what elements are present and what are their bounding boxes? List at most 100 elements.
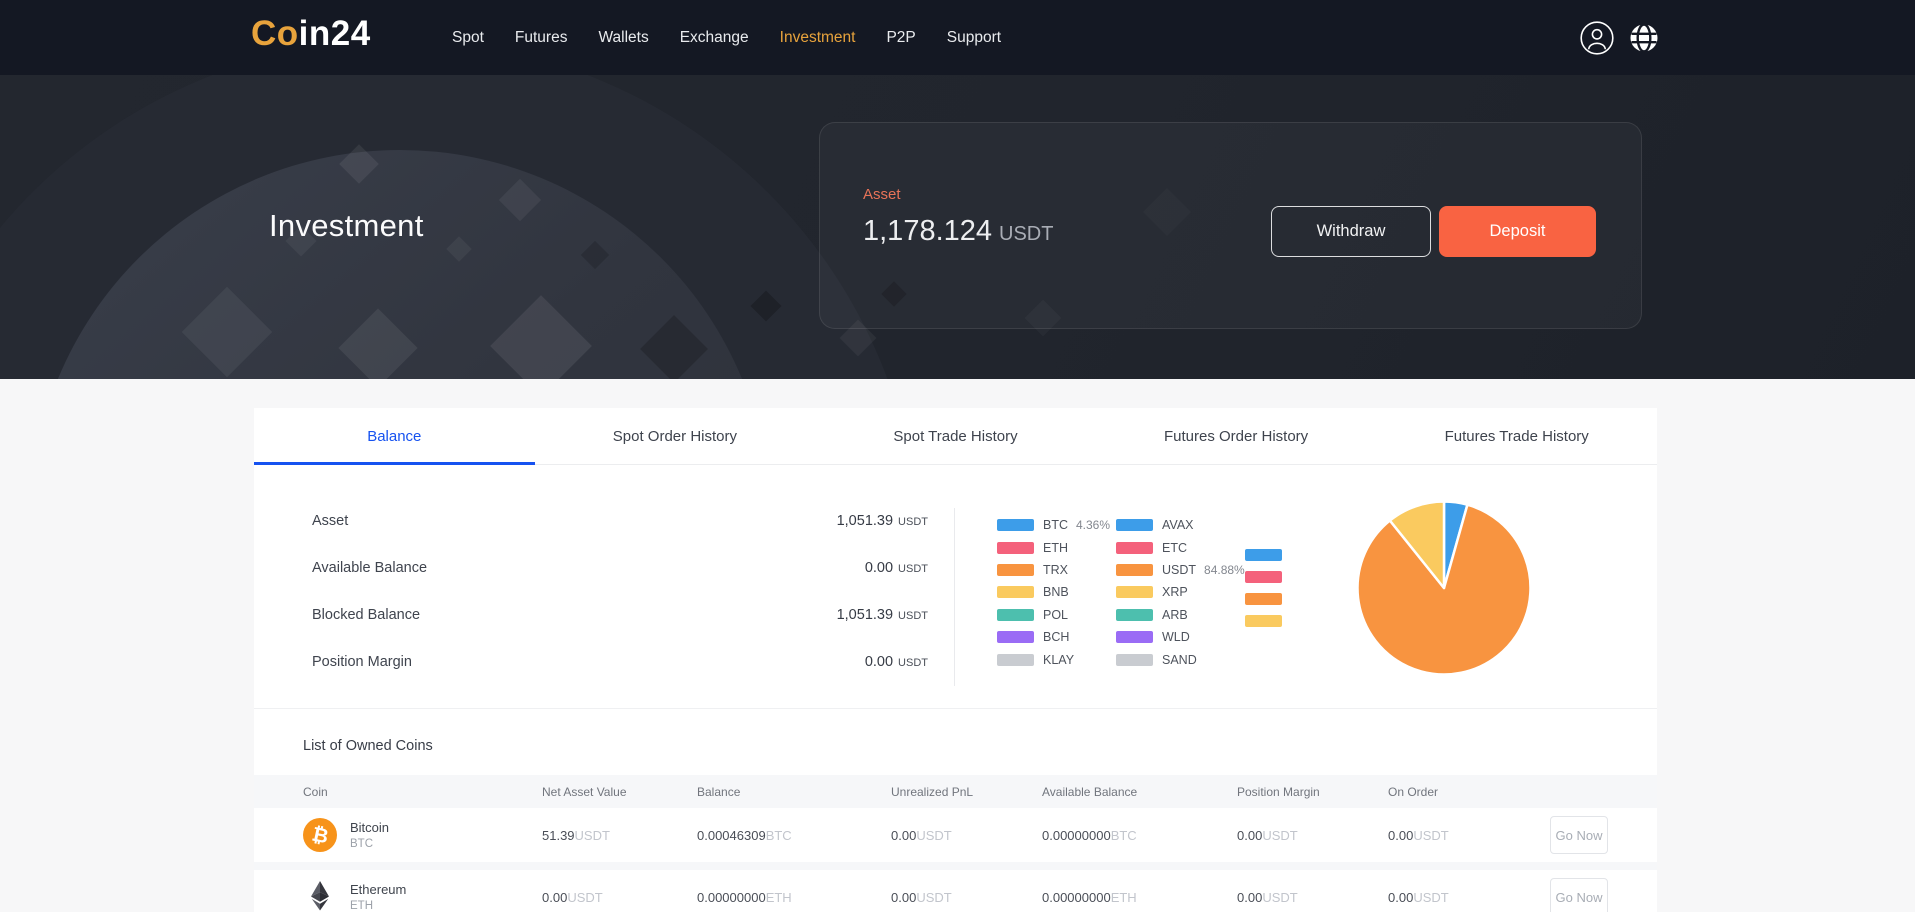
legend-item-bch: BCH <box>997 626 1116 648</box>
cell-on-order: 0.00USDT <box>1388 828 1550 843</box>
asset-amount: 1,178.124 <box>863 215 992 247</box>
legend-swatch <box>997 631 1034 643</box>
legend-percent: 4.36% <box>1076 518 1110 532</box>
nav-item-wallets[interactable]: Wallets <box>598 29 648 47</box>
cell-balance: 0.00000000ETH <box>697 890 891 905</box>
brand-logo-secondary: in24 <box>299 14 371 53</box>
legend-swatch <box>997 654 1034 666</box>
legend-swatch-orange <box>1245 593 1282 605</box>
nav-menu: Spot Futures Wallets Exchange Investment P2P S… <box>452 0 1001 75</box>
legend-label: SAND <box>1162 653 1197 667</box>
nav-item-exchange[interactable]: Exchange <box>680 29 749 47</box>
legend-item-sand: SAND <box>1116 648 1245 670</box>
column-header-balance: Balance <box>697 785 891 799</box>
balance-row-unit: USDT <box>898 657 928 669</box>
legend-swatch <box>1116 586 1153 598</box>
legend-item-klay: KLAY <box>997 648 1116 670</box>
legend-label: TRX <box>1043 563 1068 577</box>
legend-item-usdt: USDT84.88% <box>1116 559 1245 581</box>
tab-spot-trade-history[interactable]: Spot Trade History <box>815 408 1096 464</box>
asset-allocation-pie-chart <box>1354 498 1534 678</box>
action-cell: Go Now <box>1550 816 1657 854</box>
owned-coins-table: CoinNet Asset ValueBalanceUnrealized PnL… <box>254 775 1657 912</box>
brand-logo-primary: Co <box>251 14 299 53</box>
cell-unit: USDT <box>575 828 610 843</box>
nav-item-spot[interactable]: Spot <box>452 29 484 47</box>
legend-swatch <box>1116 654 1153 666</box>
legend-label: WLD <box>1162 630 1190 644</box>
legend-swatch-yellow <box>1245 615 1282 627</box>
cell-position-margin: 0.00USDT <box>1237 828 1388 843</box>
legend-swatch <box>997 586 1034 598</box>
coin-row-bitcoin: ₿BitcoinBTC51.39USDT0.00046309BTC0.00USD… <box>254 808 1657 862</box>
language-button[interactable] <box>1628 22 1660 54</box>
balance-row-label: Blocked Balance <box>312 607 420 623</box>
globe-icon <box>1628 22 1660 54</box>
legend-label: KLAY <box>1043 653 1074 667</box>
asset-summary-card: Asset 1,178.124USDT Withdraw Deposit <box>819 122 1642 329</box>
go-now-button[interactable]: Go Now <box>1550 878 1608 912</box>
balance-row-unit: USDT <box>898 610 928 622</box>
brand-logo[interactable]: Coin24 <box>251 14 371 54</box>
legend-swatch <box>1116 519 1153 531</box>
nav-item-support[interactable]: Support <box>947 29 1001 47</box>
nav-icons <box>1579 0 1660 75</box>
legend-item-etc: ETC <box>1116 536 1245 558</box>
tab-balance[interactable]: Balance <box>254 408 535 464</box>
nav-item-futures[interactable]: Futures <box>515 29 568 47</box>
go-now-button[interactable]: Go Now <box>1550 816 1608 854</box>
legend-item-eth: ETH <box>997 536 1116 558</box>
balance-row-label: Available Balance <box>312 560 427 576</box>
balance-row-value: 0.00 USDT <box>865 654 928 670</box>
coin-row-ethereum: EthereumETH0.00USDT0.00000000ETH0.00USDT… <box>254 870 1657 912</box>
page-title: Investment <box>269 208 424 244</box>
legend-label: ETH <box>1043 541 1068 555</box>
coin-symbol: BTC <box>350 838 389 850</box>
ethereum-icon <box>303 879 337 912</box>
deposit-button[interactable]: Deposit <box>1439 206 1596 257</box>
account-button[interactable] <box>1579 20 1615 56</box>
legend-swatch <box>997 519 1034 531</box>
tab-futures-order-history[interactable]: Futures Order History <box>1096 408 1377 464</box>
legend-item-btc: BTC4.36% <box>997 514 1116 536</box>
balance-row-value: 1,051.39USDT <box>837 607 928 623</box>
cell-value: 0.00 <box>891 890 916 905</box>
cell-value: 0.00046309 <box>697 828 766 843</box>
legend-item-pol: POL <box>997 604 1116 626</box>
cell-value: 0.00 <box>542 890 567 905</box>
balance-row-blocked-balance: Blocked Balance 1,051.39USDT <box>312 591 928 638</box>
cell-unit: USDT <box>916 890 951 905</box>
cell-unit: USDT <box>1262 890 1297 905</box>
legend-column-1: BTC4.36% ETH TRX BNB POL BCH KLAY <box>997 514 1116 671</box>
withdraw-button[interactable]: Withdraw <box>1271 206 1431 257</box>
cell-available-balance: 0.00000000ETH <box>1042 890 1237 905</box>
column-header-coin: Coin <box>303 785 542 799</box>
legend-label: BNB <box>1043 585 1069 599</box>
legend-item-avax: AVAX <box>1116 514 1245 536</box>
cell-unit: USDT <box>1262 828 1297 843</box>
cell-value: 0.00 <box>1388 890 1413 905</box>
balance-row-unit: USDT <box>898 563 928 575</box>
legend-swatch <box>1116 564 1153 576</box>
tab-spot-order-history[interactable]: Spot Order History <box>535 408 816 464</box>
balance-row-amount: 0.00 <box>865 654 893 670</box>
legend-percent: 84.88% <box>1204 563 1245 577</box>
legend-swatch-pink <box>1245 571 1282 583</box>
cell-value: 0.00000000 <box>697 890 766 905</box>
cell-net-asset-value: 51.39USDT <box>542 828 697 843</box>
balance-row-position-margin: Position Margin0.00USDT <box>312 638 928 685</box>
tab-futures-trade-history[interactable]: Futures Trade History <box>1376 408 1657 464</box>
pie-legend: BTC4.36% ETH TRX BNB POL BCH KLAY AVAXETCUSDT84… <box>997 514 1245 671</box>
legend-column-2: AVAXETCUSDT84.88%XRPARBWLDSAND <box>1116 514 1245 671</box>
cell-unrealized-pnl: 0.00USDT <box>891 890 1042 905</box>
legend-label: BCH <box>1043 630 1069 644</box>
legend-swatch <box>1116 542 1153 554</box>
pie-legend-extra-swatches <box>1245 549 1282 637</box>
column-header-available-balance: Available Balance <box>1042 785 1237 799</box>
nav-item-p2p[interactable]: P2P <box>886 29 915 47</box>
balance-row-value: 1,051.39USDT <box>837 513 928 529</box>
cell-unit: USDT <box>916 828 951 843</box>
nav-item-investment[interactable]: Investment <box>780 29 856 47</box>
column-header-unrealized-pnl: Unrealized PnL <box>891 785 1042 799</box>
cell-position-margin: 0.00USDT <box>1237 890 1388 905</box>
